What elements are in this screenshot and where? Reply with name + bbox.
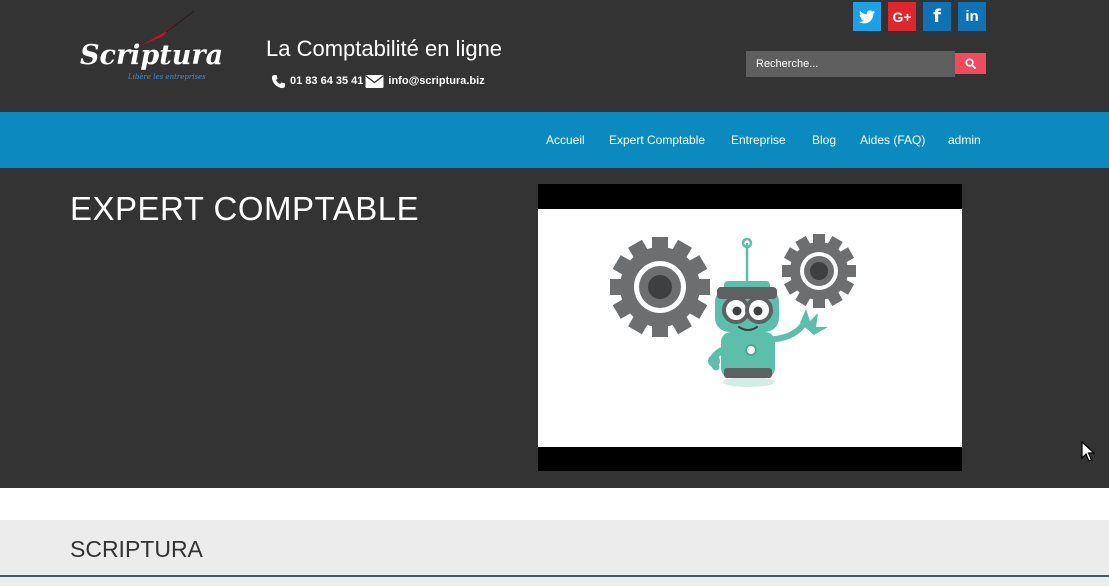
contact-info: 01 83 64 35 41 info@scriptura.biz [271,71,485,91]
linkedin-icon: in [965,8,979,25]
email-link[interactable]: info@scriptura.biz [388,75,484,87]
search-input[interactable] [746,51,955,77]
page-title: EXPERT COMPTABLE [70,190,420,227]
site-header: Scriptura Libère les entreprises La Comp… [0,0,1109,112]
phone-icon [271,74,286,88]
main-nav: Accueil Expert Comptable Entreprise Blog… [0,112,1109,168]
facebook-button[interactable]: f [923,2,951,31]
site-title: La Comptabilité en ligne [266,36,503,61]
nav-item-aides-faq[interactable]: Aides (FAQ) [860,133,925,147]
logo-tagline: Libère les entreprises [128,73,206,81]
search-button[interactable] [955,53,986,74]
mouse-cursor-icon [1081,441,1095,462]
about-section: SCRIPTURA [0,520,1109,586]
facebook-icon: f [933,6,941,27]
phone-number[interactable]: 01 83 64 35 41 [290,75,363,87]
robot-gears-illustration [610,234,856,387]
twitter-button[interactable] [853,2,881,31]
nav-item-entreprise[interactable]: Entreprise [731,133,786,147]
linkedin-button[interactable]: in [958,2,986,31]
section-title: SCRIPTURA [70,536,203,562]
nav-item-accueil[interactable]: Accueil [546,133,585,147]
search-icon [965,58,976,69]
google-plus-button[interactable]: G+ [888,2,916,31]
section-divider [0,575,1109,577]
twitter-icon [859,9,875,23]
site-logo[interactable]: Scriptura Libère les entreprises [75,10,223,81]
video-frame [538,209,962,447]
nav-item-blog[interactable]: Blog [812,133,836,147]
logo-text: Scriptura [80,40,224,71]
envelope-icon [365,74,384,88]
left-gear-icon [610,237,710,337]
nav-item-admin[interactable]: admin [948,133,981,147]
google-plus-icon: G+ [892,8,912,25]
video-player[interactable] [538,184,962,471]
right-gear-icon [782,234,856,308]
nav-item-expert-comptable[interactable]: Expert Comptable [609,133,705,147]
hero-section: EXPERT COMPTABLE [0,168,1109,488]
